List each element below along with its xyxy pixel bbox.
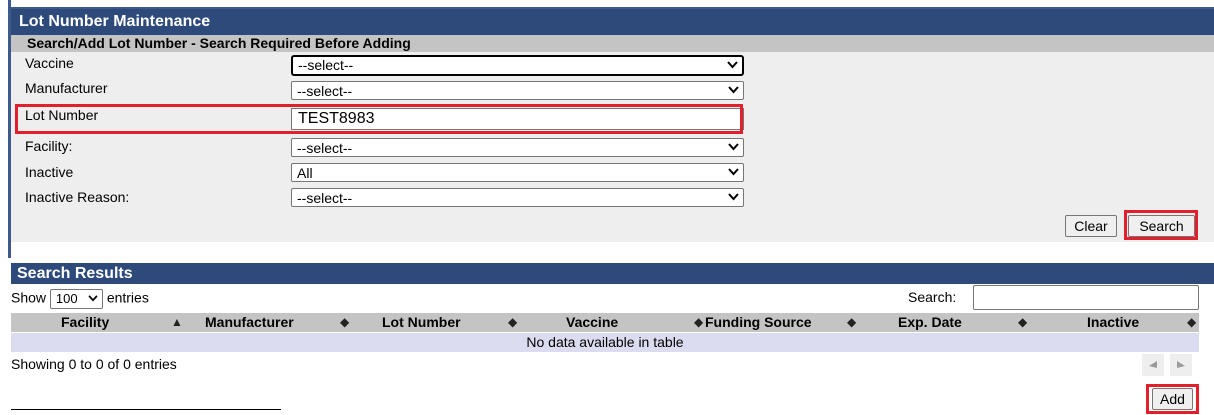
add-button[interactable]: Add (1152, 388, 1193, 410)
inactive-row: Inactive All (11, 162, 1214, 188)
empty-table-message: No data available in table (11, 333, 1199, 352)
vaccine-select-value: --select-- (298, 57, 354, 73)
search-button[interactable]: Search (1128, 215, 1195, 237)
manufacturer-select[interactable]: --select-- (291, 81, 744, 100)
previous-page-icon (1149, 361, 1157, 368)
facility-select-value: --select-- (297, 140, 353, 156)
manufacturer-row: Manufacturer --select-- (11, 79, 1214, 105)
table-info: Showing 0 to 0 of 0 entries (11, 356, 177, 372)
sort-both-icon: ◆ (340, 315, 350, 329)
chevron-down-icon (728, 143, 739, 151)
inactive-reason-row: Inactive Reason: --select-- (11, 187, 1214, 213)
inactive-reason-select-value: --select-- (297, 190, 353, 206)
entries-length-control: Show 100 entries (11, 289, 149, 309)
chevron-down-icon (728, 193, 739, 201)
table-search-label: Search: (908, 289, 957, 305)
facility-select[interactable]: --select-- (291, 138, 744, 157)
inactive-reason-select[interactable]: --select-- (291, 188, 744, 207)
next-page-button[interactable] (1170, 354, 1192, 376)
inactive-select-value: All (297, 165, 313, 181)
inactive-reason-label: Inactive Reason: (25, 189, 130, 205)
results-title: Search Results (11, 263, 1214, 284)
inactive-label: Inactive (25, 164, 74, 180)
results-table-header: Facility ▲ Manufacturer ◆ Lot Number ◆ V… (11, 313, 1199, 332)
sort-both-icon: ◆ (508, 315, 518, 329)
page-title: Lot Number Maintenance (11, 9, 1214, 35)
sort-both-icon: ◆ (847, 315, 857, 329)
entries-label: entries (106, 289, 149, 306)
vaccine-row: Vaccine --select-- (11, 52, 1214, 78)
divider-line (11, 409, 281, 410)
entries-select-value: 100 (55, 291, 78, 306)
entries-select[interactable]: 100 (49, 289, 103, 309)
lot-number-row: Lot Number TEST8983 (11, 106, 1214, 132)
column-header-funding-source[interactable]: Funding Source (705, 313, 812, 332)
vaccine-select[interactable]: --select-- (291, 55, 744, 76)
sort-both-icon: ◆ (1018, 315, 1028, 329)
facility-label: Facility: (25, 138, 73, 154)
column-header-manufacturer[interactable]: Manufacturer (205, 313, 294, 332)
search-form: Vaccine --select-- Manufacturer --select… (11, 52, 1214, 242)
table-search-input[interactable] (973, 285, 1199, 310)
chevron-down-icon (88, 295, 98, 302)
sort-asc-icon: ▲ (171, 315, 183, 329)
section-subtitle: Search/Add Lot Number - Search Required … (11, 35, 1214, 52)
show-label: Show (11, 289, 47, 306)
vaccine-label: Vaccine (25, 55, 74, 71)
manufacturer-label: Manufacturer (25, 80, 108, 96)
chevron-down-icon (728, 168, 739, 176)
column-header-inactive[interactable]: Inactive (1087, 313, 1139, 332)
column-header-lot-number[interactable]: Lot Number (382, 313, 461, 332)
sort-both-icon: ◆ (1187, 315, 1197, 329)
previous-page-button[interactable] (1142, 354, 1164, 376)
sort-both-icon: ◆ (694, 315, 704, 329)
lot-number-label: Lot Number (25, 107, 99, 123)
facility-row: Facility: --select-- (11, 136, 1214, 162)
lot-number-input[interactable]: TEST8983 (291, 108, 744, 130)
next-page-icon (1177, 361, 1185, 368)
column-header-exp-date[interactable]: Exp. Date (898, 313, 962, 332)
chevron-down-icon (728, 86, 739, 94)
column-header-vaccine[interactable]: Vaccine (566, 313, 618, 332)
column-header-facility[interactable]: Facility (61, 313, 109, 332)
inactive-select[interactable]: All (291, 163, 744, 182)
manufacturer-select-value: --select-- (297, 83, 353, 99)
chevron-down-icon (727, 61, 738, 69)
clear-button[interactable]: Clear (1065, 215, 1117, 237)
